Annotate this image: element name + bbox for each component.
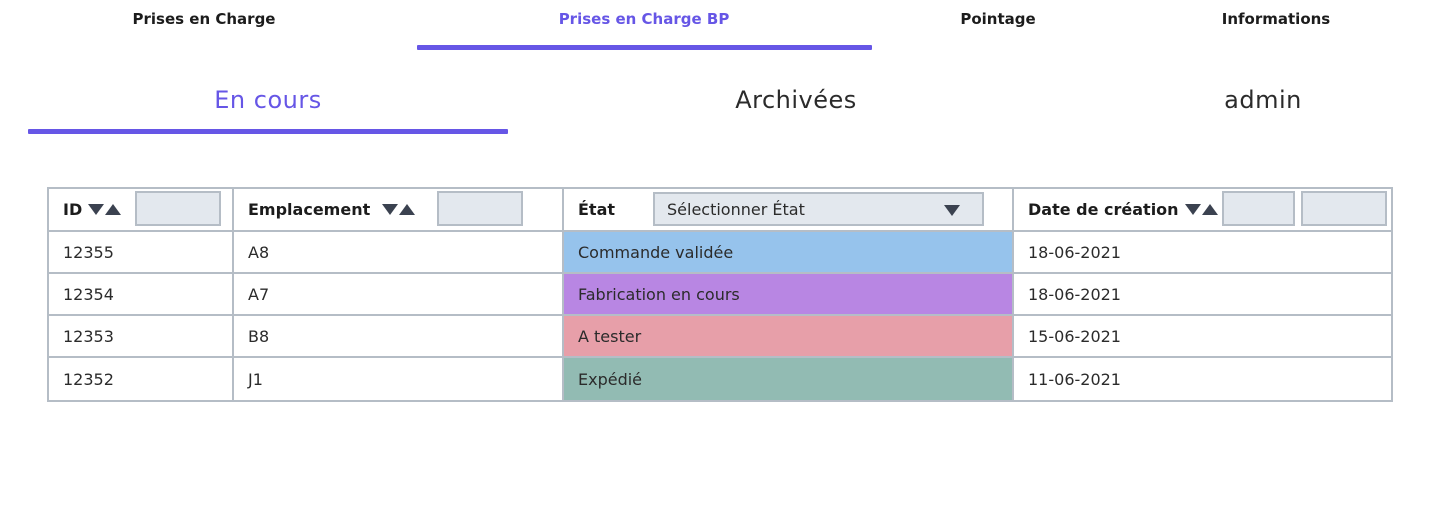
emplacement-filter-input[interactable] (437, 191, 523, 226)
tab-prises-en-charge[interactable]: Prises en Charge (133, 10, 276, 28)
table-row[interactable]: 12352 J1 Expédié 11-06-2021 (49, 358, 1391, 400)
table-row[interactable]: 12354 A7 Fabrication en cours 18-06-2021 (49, 274, 1391, 316)
header-emplacement: Emplacement (234, 189, 564, 230)
sort-desc-icon[interactable] (382, 204, 399, 215)
etat-select[interactable]: Sélectionner État (653, 192, 984, 226)
id-filter-input[interactable] (135, 191, 221, 226)
sort-asc-icon[interactable] (399, 204, 416, 215)
table-row[interactable]: 12353 B8 A tester 15-06-2021 (49, 316, 1391, 358)
sort-desc-icon[interactable] (88, 204, 105, 215)
header-etat: État Sélectionner État (564, 189, 1014, 230)
cell-emplacement: B8 (234, 316, 564, 356)
cell-id: 12352 (49, 358, 234, 400)
cell-id: 12355 (49, 232, 234, 272)
cell-id: 12354 (49, 274, 234, 314)
tab-pointage[interactable]: Pointage (960, 10, 1035, 28)
cell-emplacement: A7 (234, 274, 564, 314)
date-to-input[interactable] (1301, 191, 1387, 226)
table-row[interactable]: 12355 A8 Commande validée 18-06-2021 (49, 232, 1391, 274)
active-tab-indicator (417, 45, 872, 50)
header-etat-label: État (578, 200, 616, 219)
cell-emplacement: J1 (234, 358, 564, 400)
main-nav: Prises en Charge Prises en Charge BP Poi… (0, 0, 1436, 52)
cell-emplacement: A8 (234, 232, 564, 272)
sort-controls (88, 204, 122, 215)
cell-date: 15-06-2021 (1028, 326, 1121, 346)
cell-id: 12353 (49, 316, 234, 356)
chevron-down-icon (944, 205, 960, 216)
tab-prises-en-charge-bp[interactable]: Prises en Charge BP (559, 10, 730, 28)
cell-etat: Fabrication en cours (564, 274, 1014, 314)
header-id: ID (49, 189, 234, 230)
sub-nav: En cours Archivées admin (0, 80, 1436, 136)
subtab-archivees[interactable]: Archivées (735, 86, 857, 114)
header-id-label: ID (63, 200, 83, 219)
date-from-input[interactable] (1222, 191, 1295, 226)
header-date-creation: Date de création (1014, 189, 1391, 230)
subtab-en-cours[interactable]: En cours (214, 86, 321, 114)
cell-etat: Commande validée (564, 232, 1014, 272)
active-subtab-indicator (28, 129, 508, 134)
header-date-label: Date de création (1028, 200, 1179, 219)
cell-date: 18-06-2021 (1028, 284, 1121, 304)
sort-desc-icon[interactable] (1184, 204, 1201, 215)
cell-date: 18-06-2021 (1028, 242, 1121, 262)
sort-asc-icon[interactable] (1201, 204, 1218, 215)
sort-controls (382, 204, 416, 215)
orders-table: ID Emplacement État Sélectionner État Da… (47, 187, 1393, 402)
cell-etat: A tester (564, 316, 1014, 356)
header-emplacement-label: Emplacement (248, 200, 371, 219)
sort-controls (1184, 204, 1218, 215)
subtab-admin[interactable]: admin (1224, 86, 1302, 114)
table-header: ID Emplacement État Sélectionner État Da… (49, 189, 1391, 232)
etat-select-value: Sélectionner État (667, 199, 805, 219)
cell-date: 11-06-2021 (1028, 369, 1121, 389)
tab-informations[interactable]: Informations (1222, 10, 1330, 28)
sort-asc-icon[interactable] (105, 204, 122, 215)
cell-etat: Expédié (564, 358, 1014, 400)
